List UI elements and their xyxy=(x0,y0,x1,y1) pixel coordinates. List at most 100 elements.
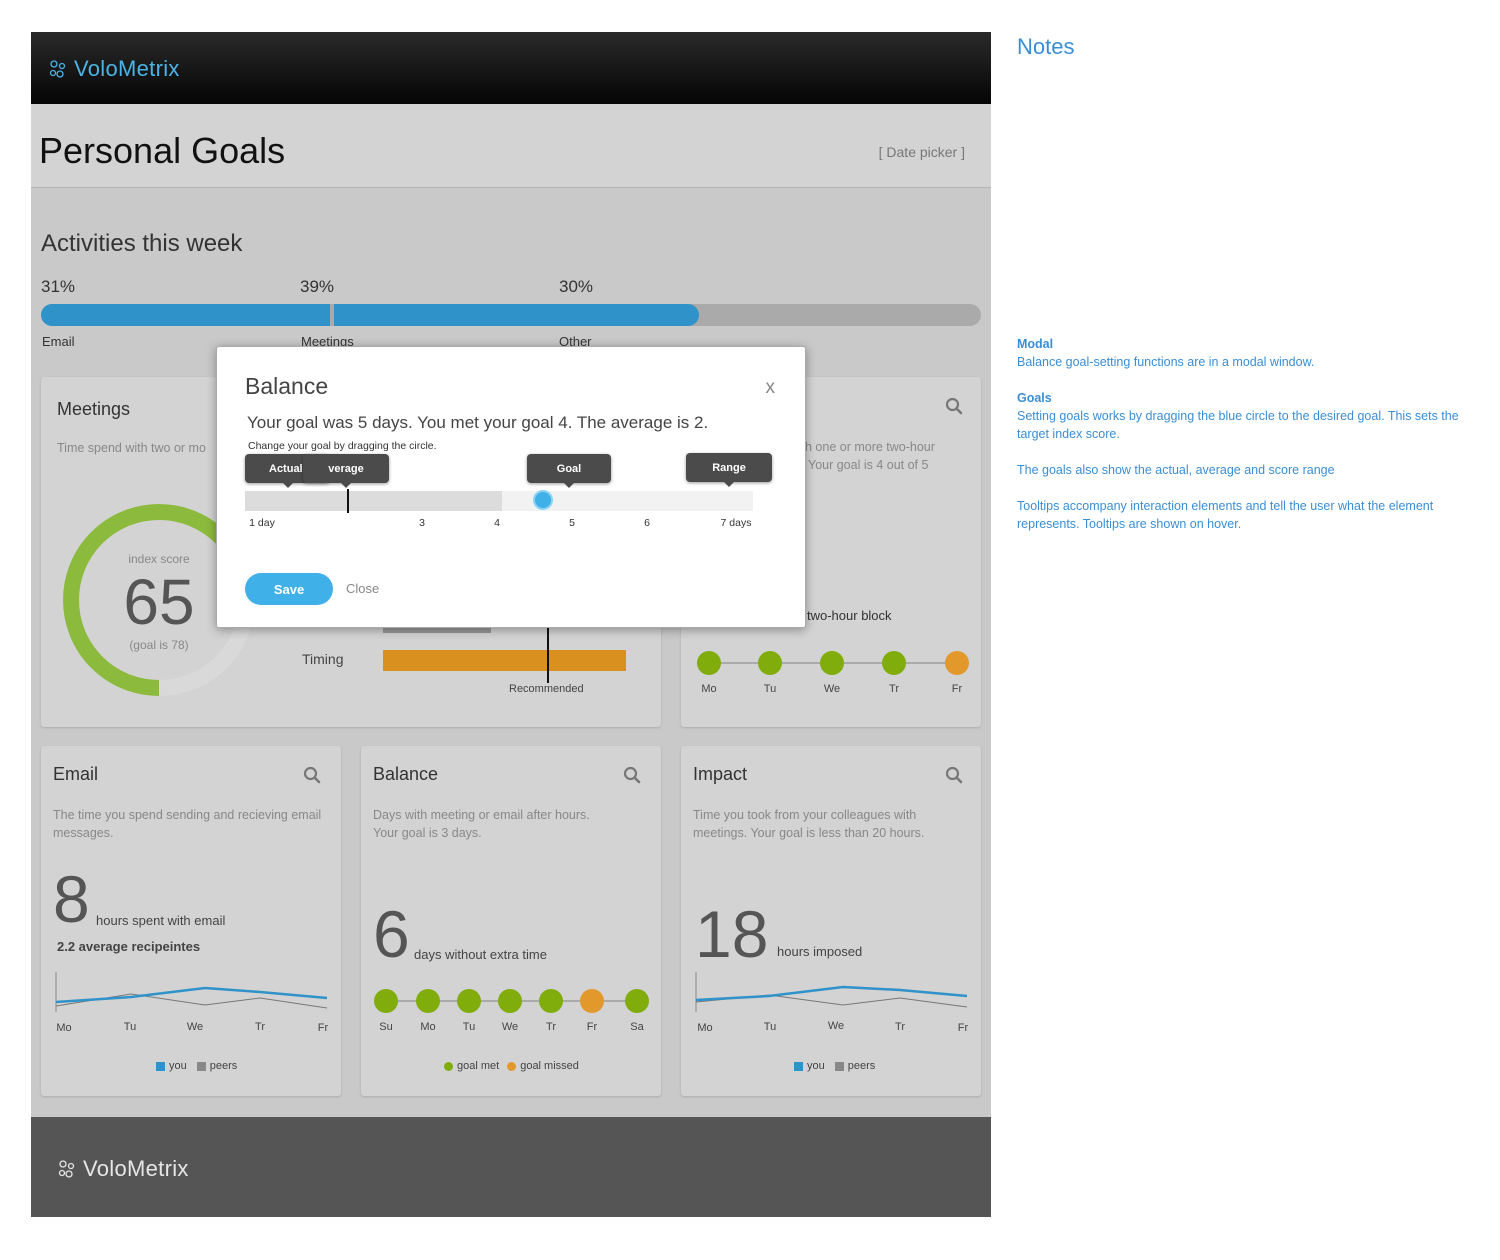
brand-name: VoloMetrix xyxy=(74,56,180,81)
goal-slider-handle[interactable] xyxy=(533,490,553,510)
day-label: Tu xyxy=(763,683,777,695)
goal-slider-track[interactable] xyxy=(245,489,753,513)
day-label: Tr xyxy=(895,1021,905,1033)
balance-goal-modal: Balance x Your goal was 5 days. You met … xyxy=(216,346,806,628)
day-dot[interactable] xyxy=(820,651,844,675)
top-bar: VoloMetrix xyxy=(31,32,991,104)
email-segment[interactable] xyxy=(41,304,331,326)
note-goals-extra: The goals also show the actual, average … xyxy=(1017,463,1335,477)
range-tooltip-label: Range xyxy=(712,461,746,474)
balance-days-number: 6 xyxy=(373,897,410,971)
slider-tick: 7 days xyxy=(720,517,752,529)
note-modal-text: Balance goal-setting functions are in a … xyxy=(1017,355,1315,369)
meetings-percent: 39% xyxy=(300,277,335,296)
day-label: Tu xyxy=(763,1021,777,1033)
day-dot[interactable] xyxy=(882,651,906,675)
day-dot[interactable] xyxy=(539,989,563,1013)
day-dot[interactable] xyxy=(945,651,969,675)
impact-hours-label: hours imposed xyxy=(777,944,863,959)
email-trend-chart xyxy=(55,972,328,1012)
email-recipients: 2.2 average recipeintes xyxy=(57,939,201,954)
day-label: We xyxy=(501,1021,519,1033)
day-label: Mo xyxy=(56,1022,72,1034)
slider-tick: 6 xyxy=(644,517,650,529)
search-icon[interactable] xyxy=(945,766,963,784)
day-label: We xyxy=(186,1021,204,1033)
timing-label: Timing xyxy=(302,651,344,667)
impact-legend: you peers xyxy=(794,1060,875,1072)
day-dot[interactable] xyxy=(625,989,649,1013)
close-icon[interactable]: x xyxy=(766,377,776,399)
email-title: Email xyxy=(53,764,99,784)
activities-title: Activities this week xyxy=(41,230,243,257)
logo-mark-icon xyxy=(49,60,66,78)
search-icon[interactable] xyxy=(945,397,963,415)
footer: VoloMetrix xyxy=(31,1117,991,1217)
email-percent: 31% xyxy=(41,277,76,296)
search-icon[interactable] xyxy=(623,766,641,784)
page-header: Personal Goals [ Date picker ] xyxy=(31,104,991,188)
search-icon[interactable] xyxy=(303,766,321,784)
goal-tooltip: Goal xyxy=(527,454,611,488)
note-tooltips: Tooltips accompany interaction elements … xyxy=(1017,499,1434,531)
goal-missed-swatch xyxy=(507,1061,517,1071)
meetings-segment[interactable] xyxy=(334,304,699,326)
you-swatch xyxy=(794,1061,803,1071)
balance-card: Balance Days with meeting or email after… xyxy=(361,746,661,1096)
day-label: Tu xyxy=(462,1021,476,1033)
logo-mark-icon xyxy=(58,1160,75,1178)
save-button[interactable]: Save xyxy=(245,573,333,605)
impact-desc: Time you took from your colleagues with … xyxy=(693,808,925,840)
email-label: Email xyxy=(42,334,75,349)
legend-peers: peers xyxy=(847,1060,876,1072)
day-dot[interactable] xyxy=(374,989,398,1013)
goal-tooltip-label: Goal xyxy=(556,462,582,475)
day-label: We xyxy=(827,1020,845,1032)
slider-tick: 3 xyxy=(419,517,425,529)
average-marker xyxy=(347,489,349,513)
day-dot[interactable] xyxy=(457,989,481,1013)
legend-goal-missed: goal missed xyxy=(520,1060,579,1072)
day-label: We xyxy=(823,683,841,695)
balance-legend: goal met goal missed xyxy=(444,1060,579,1072)
you-swatch xyxy=(156,1061,165,1071)
email-hours-number: 8 xyxy=(53,862,90,936)
day-label: Mo xyxy=(420,1021,436,1033)
day-dot[interactable] xyxy=(580,989,604,1013)
email-card: Email The time you spend sending and rec… xyxy=(41,746,341,1096)
day-label: Su xyxy=(379,1021,393,1033)
modal-summary: Your goal was 5 days. You met your goal … xyxy=(247,413,709,432)
email-hours-label: hours spent with email xyxy=(96,913,226,928)
peers-swatch xyxy=(196,1061,206,1071)
day-dot[interactable] xyxy=(498,989,522,1013)
modal-title: Balance xyxy=(245,373,329,399)
day-label: Fr xyxy=(317,1022,329,1034)
legend-you: you xyxy=(807,1060,825,1072)
blocks-desc-line2: Your goal is 4 out of 5 xyxy=(808,458,929,472)
footer-logo[interactable]: VoloMetrix xyxy=(57,1156,189,1182)
note-goals: Goals Setting goals works by dragging th… xyxy=(1017,389,1477,443)
impact-hours-number: 18 xyxy=(695,897,769,971)
goal-met-swatch xyxy=(444,1061,453,1071)
you-line xyxy=(55,986,328,1004)
close-button[interactable]: Close xyxy=(346,581,379,596)
note-modal-heading: Modal xyxy=(1017,337,1054,351)
footer-brand-name: VoloMetrix xyxy=(83,1156,189,1181)
balance-title: Balance xyxy=(373,764,439,784)
page-title: Personal Goals xyxy=(39,130,286,171)
recommended-label: Recommended xyxy=(509,683,584,695)
day-dot[interactable] xyxy=(758,651,782,675)
other-percent: 30% xyxy=(559,277,594,296)
actual-tooltip-label: Actual xyxy=(269,462,303,475)
note-goals-text: Setting goals works by dragging the blue… xyxy=(1017,409,1459,441)
day-label: Mo xyxy=(697,1022,713,1034)
day-label: Fr xyxy=(951,683,963,695)
day-dot[interactable] xyxy=(697,651,721,675)
day-dot[interactable] xyxy=(416,989,440,1013)
brand-logo[interactable]: VoloMetrix xyxy=(48,56,180,82)
blocks-desc-line1: h one or more two-hour xyxy=(805,440,935,454)
date-picker[interactable]: [ Date picker ] xyxy=(879,144,965,160)
impact-title: Impact xyxy=(693,764,748,784)
day-label: Sa xyxy=(630,1021,644,1033)
legend-peers: peers xyxy=(209,1060,238,1072)
